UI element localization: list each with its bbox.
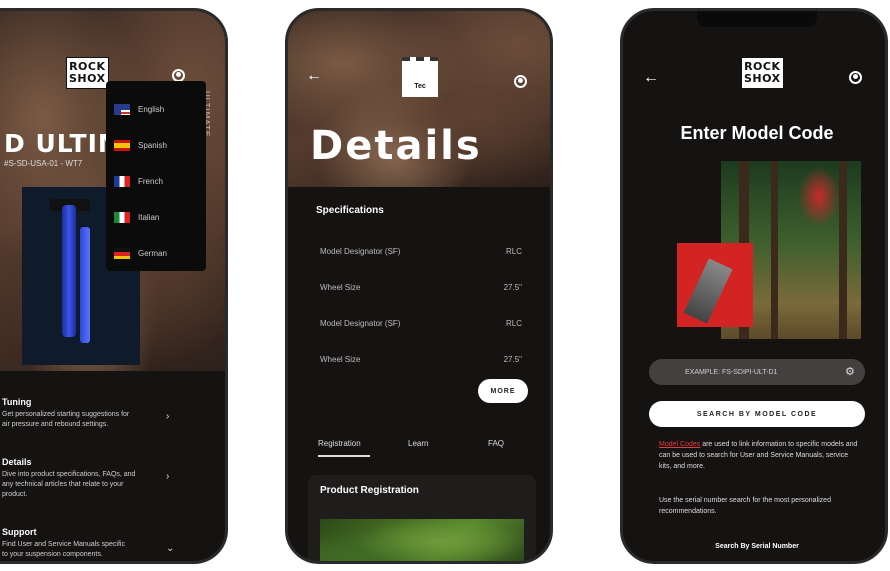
chevron-down-icon[interactable]: ⌄ [166,543,174,554]
menu-item-support[interactable]: Support Find User and Service Manuals sp… [2,527,182,560]
italy-flag-icon [114,211,130,223]
more-button[interactable]: MORE [478,379,528,403]
language-label: French [138,176,163,186]
search-by-model-code-button[interactable]: SEARCH BY MODEL CODE [649,401,865,427]
phone-screen-language: ROCK SHOX D ULTIM #S-SD-USA-01 - WT7 ULTI… [0,8,228,564]
language-label: Italian [138,212,160,222]
phone-screen-details: ← Tec Details Specifications Model Desig… [285,8,553,564]
tab-faq[interactable]: FAQ [488,439,504,448]
model-code-info: Model Codes are used to link information… [659,441,858,470]
france-flag-icon [114,175,130,187]
card-title: Product Registration [320,485,419,496]
product-icon: Tec [402,57,438,97]
phone-notch [697,11,817,27]
model-code-input[interactable]: EXAMPLE: FS-SDIPI-ULT-D1 [649,359,865,385]
menu-desc: Get personalized starting suggestions fo… [2,411,130,428]
account-icon[interactable] [514,75,527,88]
spec-row: Model Designator (SF) RLC [320,319,522,328]
spec-row: Wheel Size 27.5" [320,283,522,292]
back-arrow-icon[interactable]: ← [306,67,322,85]
menu-item-tuning[interactable]: Tuning Get personalized starting suggest… [2,397,182,430]
spain-flag-icon [114,139,130,151]
menu-title: Details [2,457,32,467]
language-label: Spanish [138,140,167,150]
language-menu: English Spanish French Italian German [106,81,206,271]
back-arrow-icon[interactable]: ← [643,69,659,87]
spec-row: Wheel Size 27.5" [320,355,522,364]
language-option-french[interactable]: French [114,171,163,191]
model-codes-link[interactable]: Model Codes [659,441,700,448]
language-label: English [138,104,165,114]
active-tab-indicator [318,455,370,457]
settings-icon[interactable]: ⚙ [845,365,855,378]
search-by-serial-link[interactable]: Search By Serial Number [659,543,855,550]
menu-title: Tuning [2,397,32,407]
language-option-spanish[interactable]: Spanish [114,135,167,155]
rockshox-logo: ROCK SHOX [66,57,109,89]
us-flag-icon [114,103,130,115]
menu-desc: Find User and Service Manuals specific to… [2,541,125,558]
model-code-text: #S-SD-USA-01 - WT7 [4,159,83,168]
language-option-german[interactable]: German [114,243,167,263]
germany-flag-icon [114,247,130,259]
tab-registration[interactable]: Registration [318,439,361,448]
language-option-english[interactable]: English [114,99,164,119]
language-option-italian[interactable]: Italian [114,207,159,227]
page-title: Enter Model Code [680,123,834,143]
menu-item-details[interactable]: Details Dive into product specifications… [2,457,182,500]
tab-learn[interactable]: Learn [408,439,428,448]
language-label: German [138,248,167,258]
specifications-heading: Specifications [316,205,384,216]
account-icon[interactable] [849,71,862,84]
product-registration-card[interactable]: Product Registration [308,475,536,561]
phone-screen-model-code: ← ROCK SHOX Enter Model Code EXAMPLE: FS-… [620,8,888,564]
menu-desc: Dive into product specifications, FAQs, … [2,471,136,498]
serial-info: Use the serial number search for the mos… [659,497,831,515]
rider-image [320,519,524,561]
chevron-right-icon[interactable]: › [166,411,169,422]
page-title: Details [310,123,482,169]
spec-row: Model Designator (SF) RLC [320,247,522,256]
rockshox-logo: ROCK SHOX [741,57,784,89]
menu-title: Support [2,527,37,537]
chevron-right-icon[interactable]: › [166,471,169,482]
